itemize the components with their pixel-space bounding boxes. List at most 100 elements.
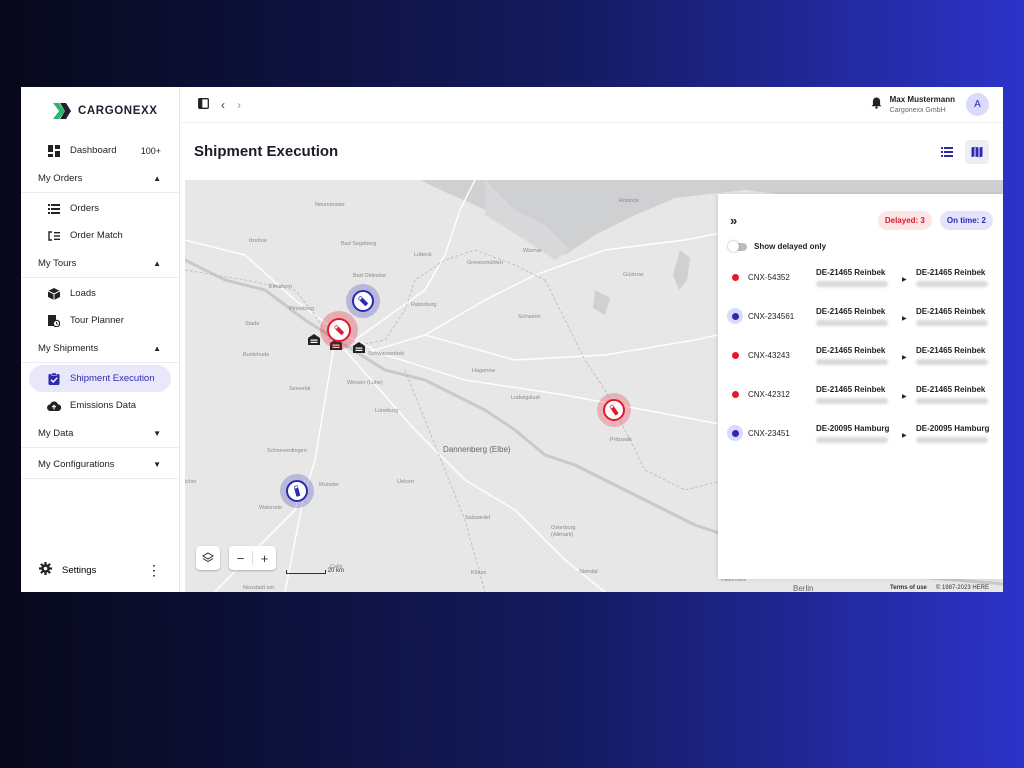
sidebar-item-orders[interactable]: Orders — [29, 195, 171, 222]
place-label: Pinneberg — [289, 306, 315, 312]
sidebar-item-order-match[interactable]: Order Match — [29, 222, 171, 249]
destination: DE-20095 Hamburg — [916, 424, 1002, 443]
chevron-up-icon: ▲ — [153, 343, 161, 353]
bell-icon[interactable] — [871, 97, 882, 112]
avatar[interactable]: A — [966, 93, 989, 116]
sidebar-item-loads[interactable]: Loads — [29, 280, 171, 307]
shipment-row[interactable]: CNX-23451 DE-20095 Hamburg ▶ DE-20095 Ha… — [718, 424, 1003, 463]
nav-group-my-orders[interactable]: My Orders ▲ — [21, 164, 179, 193]
settings-item[interactable]: Settings ⋮ — [21, 558, 179, 582]
nav-group-my-shipments[interactable]: My Shipments ▲ — [21, 334, 179, 363]
arrow-right-icon: ▶ — [902, 433, 907, 439]
nav-group-my-configurations[interactable]: My Configurations ▼ — [21, 450, 179, 479]
brand-name: CARGONEXX — [78, 105, 158, 117]
origin: DE-21465 Reinbek — [816, 268, 902, 287]
nav-group-label: My Data — [38, 427, 74, 439]
warehouse-icon[interactable] — [308, 334, 320, 348]
arrow-right-icon: ▶ — [902, 394, 907, 400]
user-company: Cargonexx GmbH — [889, 107, 946, 114]
map-view-button[interactable] — [965, 139, 989, 164]
delayed-only-toggle[interactable] — [728, 240, 747, 252]
shipment-row[interactable]: CNX-42312 DE-21465 Reinbek ▶ DE-21465 Re… — [718, 385, 1003, 424]
shipment-row[interactable]: CNX-43243 DE-21465 Reinbek ▶ DE-21465 Re… — [718, 346, 1003, 385]
nav-group-my-tours[interactable]: My Tours ▲ — [21, 249, 179, 278]
gear-icon — [39, 562, 53, 578]
origin: DE-20095 Hamburg — [816, 424, 902, 443]
clipboard-check-icon — [47, 372, 61, 386]
place-label: Ludwigslust — [511, 395, 540, 401]
sidebar-item-label: Emissions Data — [70, 400, 136, 411]
destination: DE-21465 Reinbek — [916, 268, 1002, 287]
sidebar-item-label: Loads — [70, 288, 96, 299]
terms-link[interactable]: Terms of use — [890, 585, 927, 591]
destination-details-redacted — [916, 359, 988, 365]
scale-bar — [286, 570, 326, 574]
shipment-row[interactable]: CNX-234561 DE-21465 Reinbek ▶ DE-21465 R… — [718, 307, 1003, 346]
logo-mark-icon — [52, 102, 72, 120]
destination-details-redacted — [916, 320, 988, 326]
place-label: Hagenow — [472, 368, 496, 374]
origin-details-redacted — [816, 437, 888, 443]
more-vertical-icon[interactable]: ⋮ — [147, 563, 161, 577]
map-layers-button[interactable] — [196, 546, 220, 570]
origin-location: DE-21465 Reinbek — [816, 268, 886, 277]
cloud-upload-icon — [47, 399, 61, 413]
page-title: Shipment Execution — [194, 143, 339, 160]
nav-group-label: My Tours — [38, 257, 77, 269]
scale-label: 20 km — [327, 568, 345, 574]
sidebar-item-tour-planner[interactable]: Tour Planner — [29, 307, 171, 334]
sidebar-toggle-icon[interactable] — [198, 97, 209, 112]
destination-details-redacted — [916, 281, 988, 287]
place-label: Schwerin — [518, 314, 541, 320]
logo[interactable]: CARGONEXX — [21, 87, 179, 135]
place-label: Ratzeburg — [411, 302, 437, 308]
shipment-id: CNX-43243 — [748, 351, 790, 360]
place-label: Neustadt am — [243, 585, 275, 591]
chevron-down-icon: ▼ — [153, 428, 161, 438]
tour-planner-icon — [47, 314, 61, 328]
delayed-only-toggle-row: Show delayed only — [718, 230, 1003, 252]
truck-icon — [286, 480, 308, 502]
status-dot — [731, 390, 739, 398]
status-indicator — [727, 269, 743, 285]
place-label: ichin — [185, 479, 197, 485]
shipment-marker-on-time[interactable] — [280, 474, 314, 508]
shipment-id: CNX-54352 — [748, 273, 790, 282]
origin-details-redacted — [816, 359, 888, 365]
sidebar-item-dashboard[interactable]: Dashboard 100+ — [29, 137, 171, 164]
shipment-row[interactable]: CNX-54352 DE-21465 Reinbek ▶ DE-21465 Re… — [718, 268, 1003, 307]
back-arrow-icon[interactable]: ‹ — [221, 98, 225, 112]
sidebar-item-shipment-execution[interactable]: Shipment Execution — [29, 365, 171, 392]
place-label: Buxtehude — [243, 352, 270, 358]
origin: DE-21465 Reinbek — [816, 307, 902, 326]
place-label: Walsrode — [259, 505, 283, 511]
collapse-panel-icon[interactable]: » — [730, 213, 737, 228]
sidebar-item-emissions-data[interactable]: Emissions Data — [29, 392, 171, 419]
destination-location: DE-21465 Reinbek — [916, 307, 986, 316]
shipment-marker-on-time[interactable] — [346, 284, 380, 318]
on-time-count-badge[interactable]: On time: 2 — [939, 210, 993, 230]
place-label-major: Berlin — [793, 584, 814, 592]
user-menu[interactable]: Max Mustermann Cargonexx GmbH A — [871, 93, 989, 116]
status-indicator — [727, 308, 743, 324]
arrow-right-icon: ▶ — [902, 316, 907, 322]
shipment-marker-delayed[interactable] — [320, 311, 358, 349]
shipment-marker-delayed[interactable] — [597, 393, 631, 427]
origin-location: DE-21465 Reinbek — [816, 385, 886, 394]
nav-group-label: My Configurations — [38, 458, 115, 470]
place-label: Osterburg (Altmark) — [551, 525, 576, 538]
sidebar-item-label: Shipment Execution — [70, 373, 155, 384]
destination-details-redacted — [916, 437, 988, 443]
warehouse-icon[interactable] — [353, 340, 365, 358]
origin: DE-21465 Reinbek — [816, 346, 902, 365]
arrow-right-icon: ▶ — [902, 355, 907, 361]
zoom-in-button[interactable]: + — [253, 551, 276, 566]
list-view-button[interactable] — [935, 140, 959, 164]
place-label: Winsen (Luhe) — [347, 380, 383, 386]
origin-details-redacted — [816, 281, 888, 287]
nav-group-my-data[interactable]: My Data ▼ — [21, 419, 179, 448]
toggle-label: Show delayed only — [754, 242, 827, 251]
forward-arrow-icon[interactable]: › — [237, 98, 241, 112]
delayed-count-badge[interactable]: Delayed: 3 — [877, 210, 932, 230]
zoom-out-button[interactable]: − — [229, 551, 252, 566]
